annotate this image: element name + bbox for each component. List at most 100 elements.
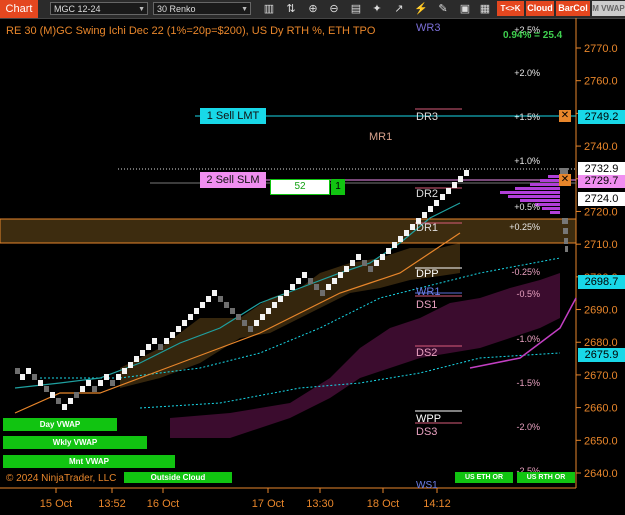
renko-brick — [428, 206, 433, 212]
profile-bar — [540, 179, 560, 182]
price-tick-label: 2770.0 — [584, 43, 618, 55]
percent-level-label: +0.25% — [509, 222, 540, 232]
price-tick-label: 2710.0 — [584, 239, 618, 251]
ds3-label: DS3 — [416, 426, 438, 438]
chevron-down-icon: ▼ — [241, 6, 248, 13]
renko-brick — [74, 392, 79, 398]
renko-brick — [218, 296, 223, 302]
monthly-vwap-button[interactable]: Mnt VWAP — [3, 455, 175, 468]
time-tick-label: 18 Oct — [367, 498, 399, 510]
profile-bar — [508, 195, 560, 198]
tpo-value-area — [0, 218, 577, 244]
renko-brick — [434, 200, 439, 206]
renko-brick — [242, 320, 247, 326]
profile-bar — [542, 207, 560, 210]
price-axis: 2770.02760.02750.02740.02730.02720.02710… — [576, 43, 618, 480]
time-tick-label: 13:30 — [306, 498, 334, 510]
zoom-out-icon[interactable]: ⊖ — [327, 2, 341, 16]
profile-bar — [515, 187, 560, 190]
close-order-icon[interactable]: ✕ — [559, 110, 571, 122]
strategies-icon[interactable]: ⚡ — [414, 2, 428, 16]
data-box-icon[interactable]: ▦ — [478, 2, 492, 16]
bar-style-icon[interactable]: ▥ — [262, 2, 276, 16]
renko-brick — [320, 290, 325, 296]
renko-brick — [440, 194, 445, 200]
renko-brick — [62, 404, 67, 410]
order-quantity[interactable]: 52 — [270, 179, 330, 195]
tk-toggle-button[interactable]: T<>K — [497, 1, 524, 16]
renko-brick — [338, 272, 343, 278]
instrument-selector[interactable]: MGC 12-24 ▼ — [50, 2, 148, 15]
properties-icon[interactable]: ▤ — [349, 2, 363, 16]
price-tag-vwap-2: 2675.9 — [578, 348, 625, 362]
price-tick-label: 2670.0 — [584, 370, 618, 382]
price-tag-sell-limit: 2749.2 — [578, 110, 625, 124]
order-quantity-badge[interactable]: 1 — [331, 179, 345, 195]
chart-style-icon[interactable]: ⇅ — [284, 2, 298, 16]
percent-level-label: +1.0% — [514, 156, 540, 166]
price-tag-vwap: 2698.7 — [578, 275, 625, 289]
renko-brick — [152, 338, 157, 344]
percent-level-label: -1.5% — [516, 378, 540, 388]
renko-brick — [326, 284, 331, 290]
outside-cloud-button[interactable]: Outside Cloud — [124, 472, 232, 483]
renko-brick — [272, 302, 277, 308]
price-tick-label: 2640.0 — [584, 468, 618, 480]
vwap-toggle-button[interactable]: M VWAP — [592, 1, 625, 16]
renko-brick — [230, 308, 235, 314]
renko-brick — [92, 386, 97, 392]
price-tag-stop: 2729.7 — [578, 175, 625, 188]
profile-bar — [550, 211, 560, 214]
us-eth-or-button[interactable]: US ETH OR — [455, 472, 513, 483]
barcol-toggle-button[interactable]: BarCol — [556, 1, 590, 16]
ds2-label: DS2 — [416, 347, 438, 359]
renko-brick — [386, 248, 391, 254]
renko-brick — [128, 362, 133, 368]
chart-tab[interactable]: Chart — [0, 0, 38, 18]
renko-brick — [392, 242, 397, 248]
renko-brick — [308, 278, 313, 284]
dr2-label: DR2 — [416, 188, 439, 200]
renko-brick — [254, 320, 259, 326]
day-vwap-button[interactable]: Day VWAP — [3, 418, 117, 431]
time-tick-label: 16 Oct — [147, 498, 179, 510]
renko-brick — [140, 350, 145, 356]
renko-brick — [446, 188, 451, 194]
dr1-label: DR1 — [416, 222, 439, 234]
renko-brick — [200, 302, 205, 308]
bar-type-value: 30 Renko — [157, 4, 196, 14]
us-rth-or-button[interactable]: US RTH OR — [517, 472, 575, 483]
renko-brick — [260, 314, 265, 320]
instruments-icon[interactable]: ✦ — [370, 2, 384, 16]
renko-brick — [290, 284, 295, 290]
renko-brick — [44, 386, 49, 392]
renko-brick — [80, 386, 85, 392]
close-order-icon[interactable]: ✕ — [559, 174, 571, 186]
renko-brick — [404, 230, 409, 236]
drawing-tools-icon[interactable]: ✎ — [436, 2, 450, 16]
weekly-vwap-button[interactable]: Wkly VWAP — [3, 436, 147, 449]
renko-brick — [302, 272, 307, 278]
indicators-icon[interactable]: ↗ — [392, 2, 406, 16]
renko-brick — [344, 266, 349, 272]
renko-brick — [284, 290, 289, 296]
cloud-toggle-button[interactable]: Cloud — [526, 1, 554, 16]
renko-brick — [380, 254, 385, 260]
renko-brick — [182, 320, 187, 326]
renko-brick — [170, 332, 175, 338]
lock-icon[interactable]: ▣ — [458, 2, 472, 16]
price-tick-label: 2740.0 — [584, 141, 618, 153]
renko-brick — [188, 314, 193, 320]
renko-brick — [176, 326, 181, 332]
bar-type-selector[interactable]: 30 Renko ▼ — [153, 2, 251, 15]
renko-brick — [368, 266, 373, 272]
renko-brick — [164, 338, 169, 344]
renko-brick — [248, 326, 253, 332]
instrument-value: MGC 12-24 — [54, 4, 101, 14]
sell-limit-order[interactable]: 1 Sell LMT — [200, 108, 266, 124]
wr1-label: WR1 — [416, 286, 441, 298]
ws1-label: WS1 — [416, 480, 438, 491]
renko-brick — [116, 374, 121, 380]
zoom-in-icon[interactable]: ⊕ — [306, 2, 320, 16]
sell-stop-order[interactable]: 2 Sell SLM — [200, 172, 266, 188]
